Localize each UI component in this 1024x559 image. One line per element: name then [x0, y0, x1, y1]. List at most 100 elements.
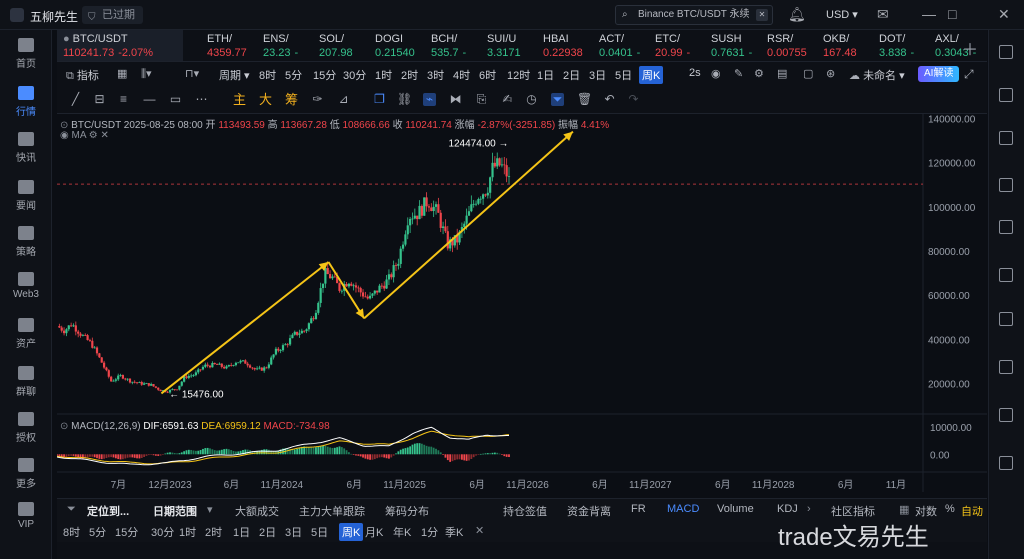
period-button[interactable]: 5日 — [615, 67, 632, 83]
bell-icon[interactable] — [999, 312, 1013, 326]
close-icon[interactable]: ✕ — [475, 524, 484, 537]
ticker-item[interactable]: ETH/4359.77 — [203, 30, 257, 61]
main-overlay-button[interactable]: 主 — [233, 93, 246, 106]
binoculars-icon[interactable]: ⧓ — [449, 93, 462, 106]
chart-bar-icon[interactable] — [999, 178, 1013, 192]
sidebar-item-9[interactable]: 更多 — [0, 458, 52, 490]
list-icon[interactable] — [999, 131, 1013, 145]
layout-select[interactable]: ☁ 未命名 ▾ — [849, 67, 905, 83]
ticker-item[interactable]: ETC/20.99- — [651, 30, 705, 61]
indicator-tab[interactable]: KDJ — [777, 503, 798, 515]
ticker-item[interactable]: OKB/167.48 — [819, 30, 873, 61]
search-input[interactable]: ⌕ Binance BTC/USDT 永续 ✕ — [615, 5, 773, 25]
layers-icon[interactable] — [999, 360, 1013, 374]
sidebar-item-6[interactable]: 资产 — [0, 318, 52, 350]
indicator-tab[interactable]: 资金背离 — [567, 503, 611, 519]
period-button[interactable]: 8时 — [63, 524, 80, 540]
period-button[interactable]: 1日 — [537, 67, 554, 83]
trash-icon[interactable]: 🗑︎ — [577, 93, 592, 106]
sidebar-item-5[interactable]: Web3 — [0, 272, 52, 300]
filter-icon[interactable]: ⏷ — [67, 503, 76, 516]
star-icon[interactable]: ● — [63, 33, 70, 45]
period-button[interactable]: 1时 — [375, 67, 392, 83]
calendar-icon[interactable]: ▦ — [117, 67, 127, 80]
gear-icon[interactable]: ⚙ — [754, 67, 764, 80]
mail-icon[interactable]: ✉ — [877, 6, 889, 23]
period-button[interactable]: 2时 — [401, 67, 418, 83]
period-button[interactable]: 周K — [639, 66, 664, 84]
maximize-icon[interactable]: □ — [948, 6, 956, 22]
sidebar-item-7[interactable]: 群聊 — [0, 366, 52, 398]
period-button[interactable]: 4时 — [453, 67, 470, 83]
period-button[interactable]: 6时 — [479, 67, 496, 83]
table-icon[interactable]: ▤ — [777, 67, 787, 80]
ticker-item[interactable]: DOGI 0.21540 — [371, 30, 425, 61]
rectangle-tool-icon[interactable]: ▭ — [169, 93, 182, 106]
indicator-tab[interactable]: 主力大单跟踪 — [299, 503, 365, 519]
filter-icon[interactable]: ⏷ — [551, 93, 564, 106]
copy-icon[interactable]: ❐ — [373, 93, 386, 106]
ma-indicator-label[interactable]: ◉ MA ⚙ ✕ — [60, 130, 109, 141]
redo-icon[interactable]: ↷ — [627, 93, 640, 106]
sidebar-item-4[interactable]: 策略 — [0, 226, 52, 258]
period-button[interactable]: 3日 — [285, 524, 302, 540]
period-button[interactable]: 30分 — [151, 524, 174, 540]
close-icon[interactable]: ✕ — [101, 130, 109, 141]
period-button[interactable]: 2时 — [205, 524, 222, 540]
edit-icon[interactable]: ✎ — [734, 67, 743, 80]
settings-icon[interactable]: ⊛ — [826, 67, 835, 80]
period-button[interactable]: 1日 — [233, 524, 250, 540]
sidebar-item-1[interactable]: 行情 — [0, 86, 52, 118]
period-button[interactable]: 2日 — [563, 67, 580, 83]
note-edit-icon[interactable]: ✍ — [501, 93, 514, 106]
ticker-item[interactable]: SUI/U 3.3171 — [483, 30, 537, 61]
chart-area[interactable]: 140000.00 120000.00 100000.00 80000.00 60000… — [56, 114, 987, 492]
tools-icon[interactable] — [999, 408, 1013, 422]
indicator-tab[interactable]: FR — [631, 503, 646, 515]
indicator-tab[interactable]: 筹码分布 — [385, 503, 429, 519]
ticker-item[interactable]: ● BTC/USDT 110241.73 -2.07% — [57, 30, 183, 61]
period-button[interactable]: 3时 — [427, 67, 444, 83]
indicator-tab[interactable]: MACD — [667, 503, 699, 515]
chips-button[interactable]: 筹 — [285, 93, 298, 106]
undo-icon[interactable]: ↶ — [603, 93, 616, 106]
period-button[interactable]: 月K — [365, 524, 383, 540]
period-button[interactable]: 年K — [393, 524, 411, 540]
dropdown-icon[interactable]: ▾ — [207, 503, 213, 516]
settings-icon[interactable]: ⚙ — [89, 130, 98, 141]
magnet-icon[interactable]: ⌁ — [423, 93, 436, 106]
calendar-icon[interactable] — [999, 268, 1013, 282]
ticker-item[interactable]: HBAI 0.22938 — [539, 30, 593, 61]
ruler-icon[interactable]: ⊿ — [337, 93, 350, 106]
period-button[interactable]: 5分 — [89, 524, 106, 540]
period-button[interactable]: 1时 — [179, 524, 196, 540]
period-button[interactable]: 15分 — [313, 67, 336, 83]
clear-icon[interactable]: ✕ — [756, 9, 768, 21]
sidebar-item-8[interactable]: 授权 — [0, 412, 52, 444]
period-button[interactable]: 5日 — [311, 524, 328, 540]
ticker-item[interactable]: BCH/535.7- — [427, 30, 481, 61]
sidebar-item-10[interactable]: VIP — [0, 502, 52, 530]
period-button[interactable]: 2日 — [259, 524, 276, 540]
horizontal-line-tool-icon[interactable]: — — [143, 93, 156, 106]
minimize-icon[interactable]: — — [922, 6, 936, 22]
currency-select[interactable]: USD ▾ — [826, 8, 858, 21]
refresh-speed[interactable]: 2s — [689, 67, 701, 79]
grid-icon[interactable]: ▦ — [899, 503, 909, 516]
add-ticker-icon[interactable]: ＋ — [962, 36, 978, 60]
price-chart[interactable]: 140000.00 120000.00 100000.00 80000.00 60000… — [56, 114, 987, 492]
brush-icon[interactable]: ✑ — [311, 93, 324, 106]
indicator-tab[interactable]: 自动 — [961, 503, 983, 519]
close-icon[interactable]: ✕ — [998, 6, 1010, 23]
period-button[interactable]: 3日 — [589, 67, 606, 83]
ticker-item[interactable]: ACT/0.0401- — [595, 30, 649, 61]
camera-icon[interactable]: ◉ — [711, 67, 721, 80]
chat-icon[interactable] — [999, 456, 1013, 470]
period-button[interactable]: 1分 — [421, 524, 438, 540]
period-button[interactable]: 5分 — [285, 67, 302, 83]
ai-interpret-button[interactable]: AI解读 — [918, 66, 960, 82]
indicator-tab[interactable]: 定位到... — [87, 503, 129, 519]
sidebar-item-3[interactable]: 要闻 — [0, 180, 52, 212]
chart-style-icon[interactable]: ⊓▾ — [185, 67, 199, 80]
sidebar-item-2[interactable]: 快讯 — [0, 132, 52, 164]
